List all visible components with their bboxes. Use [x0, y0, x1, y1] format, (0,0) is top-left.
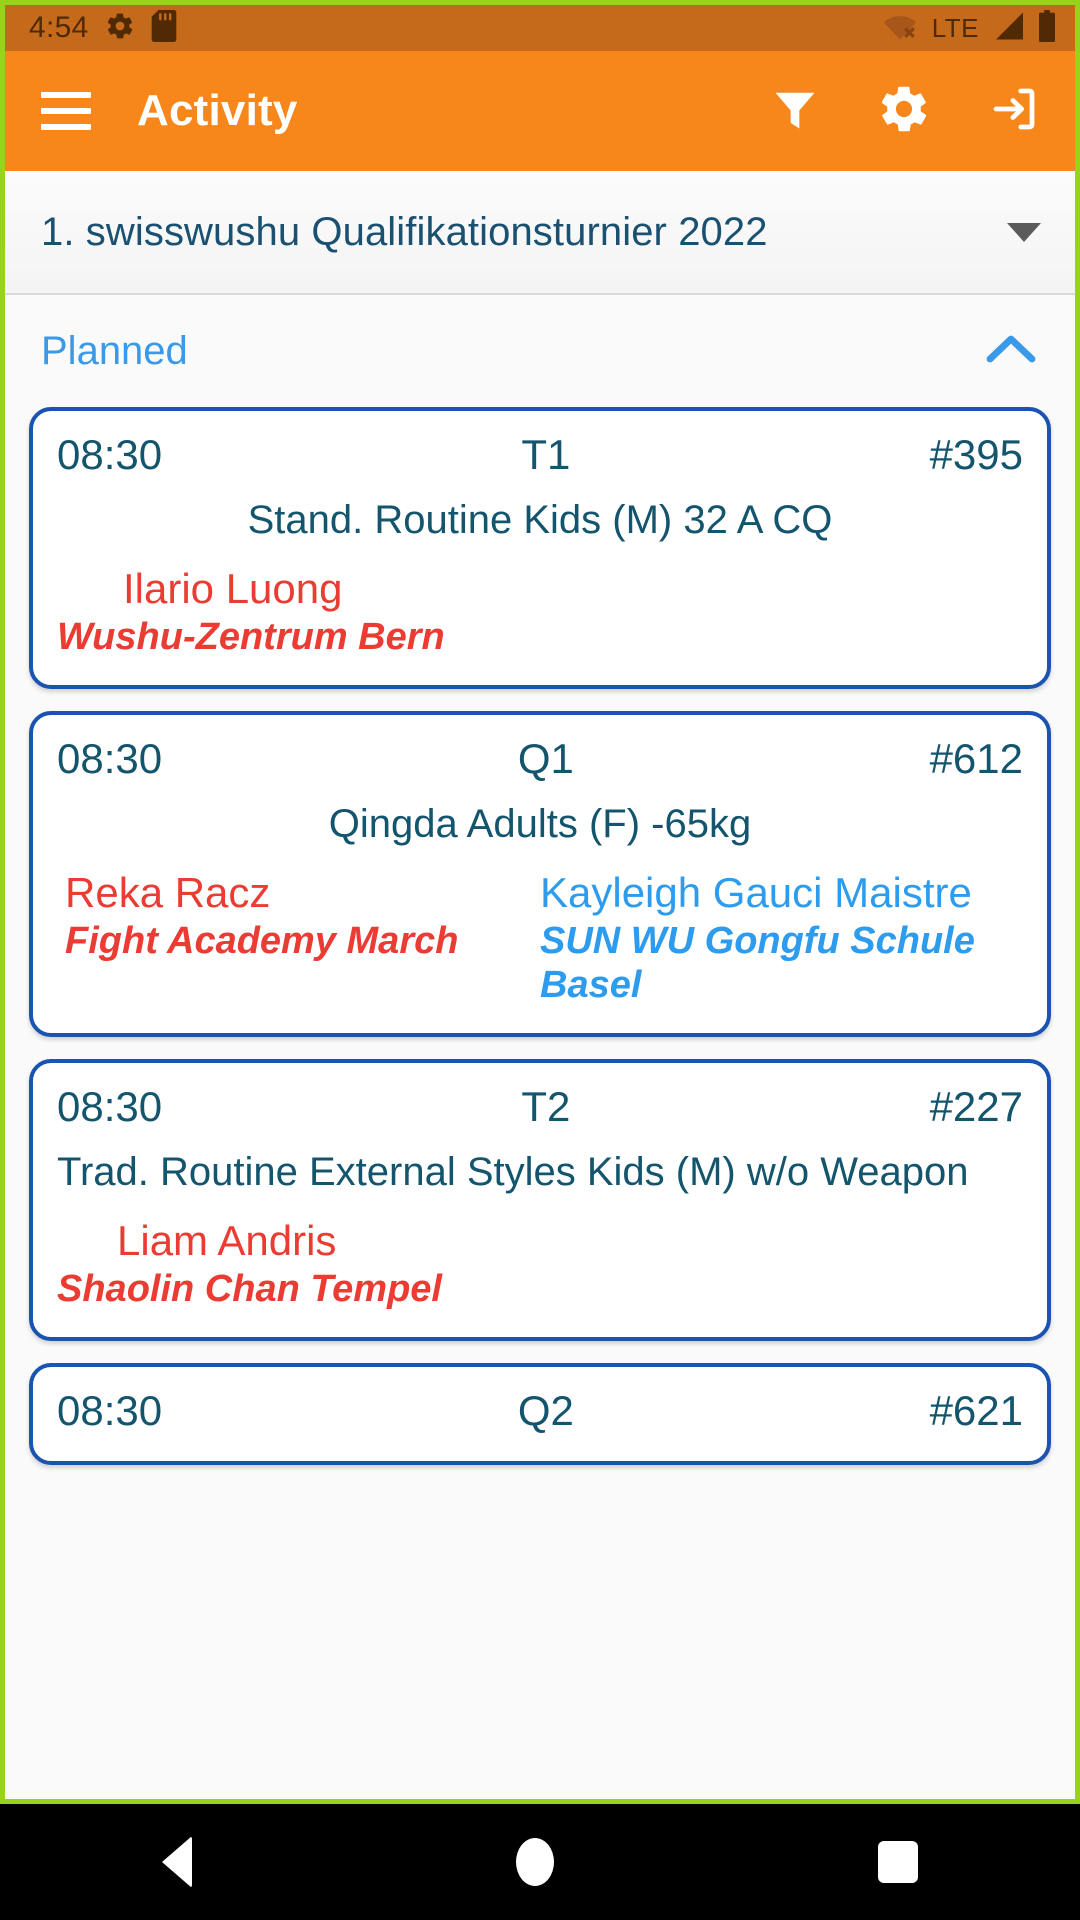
activity-discipline: Qingda Adults (F) -65kg — [328, 802, 752, 847]
activity-number: #227 — [929, 1083, 1023, 1130]
tournament-name: 1. swisswushu Qualifikationsturnier 2022 — [41, 209, 768, 254]
chevron-down-icon — [1007, 222, 1041, 242]
activity-card-list: 08:30 T1 #395 Stand. Routine Kids (M) 32 A … — [5, 407, 1075, 1466]
activity-time: 08:30 — [57, 735, 163, 783]
competitor-row: Reka Racz Fight Academy March Kayleigh Gau… — [57, 869, 1023, 1007]
phone-screen: 4:54 LTE Activity 1. swisswushu Qualifik… — [0, 0, 1080, 1920]
activity-time: 08:30 — [57, 1387, 163, 1435]
activity-area: Q2 — [517, 1387, 574, 1435]
activity-card-header: 08:30 T2 #227 — [57, 1083, 1023, 1131]
chevron-up-icon — [985, 332, 1037, 371]
app-bar: Activity — [5, 51, 1075, 171]
status-bar-right: LTE — [880, 9, 1057, 47]
login-icon[interactable] — [987, 82, 1041, 141]
competitor-name: Liam Andris — [117, 1217, 337, 1264]
status-bar: 4:54 LTE — [5, 5, 1075, 51]
activity-discipline: Trad. Routine External Styles Kids (M) w… — [57, 1150, 969, 1194]
competitor-red: Reka Racz Fight Academy March — [57, 869, 540, 1007]
activity-card[interactable]: 08:30 T2 #227 Trad. Routine External Styles… — [29, 1059, 1051, 1342]
competitor-club: Wushu-Zentrum Bern — [57, 616, 445, 659]
competitor-name: Kayleigh Gauci Maistre — [540, 869, 972, 917]
activity-card[interactable]: 08:30 Q2 #621 — [29, 1363, 1051, 1466]
hamburger-bar — [41, 92, 91, 98]
wifi-off-icon — [880, 10, 920, 47]
competitor-red: Ilario Luong Wushu-Zentrum Bern — [57, 565, 1023, 659]
competitor-club: SUN WU Gongfu Schule Basel — [540, 920, 975, 1006]
activity-discipline: Stand. Routine Kids (M) 32 A CQ — [247, 498, 833, 542]
gear-icon — [105, 11, 135, 46]
status-clock: 4:54 — [29, 11, 89, 44]
competitor-name: Reka Racz — [65, 869, 271, 917]
app-bar-actions — [769, 82, 1041, 141]
activity-area: T1 — [521, 431, 571, 478]
hamburger-bar — [41, 124, 91, 130]
hamburger-bar — [41, 108, 91, 114]
competitor-blue: Kayleigh Gauci Maistre SUN WU Gongfu Schu… — [540, 869, 1023, 1007]
page-title: Activity — [137, 86, 298, 135]
activity-card-header: 08:30 T1 #395 — [57, 431, 1023, 479]
network-type-label: LTE — [931, 12, 979, 43]
tournament-selector[interactable]: 1. swisswushu Qualifikationsturnier 2022 — [5, 171, 1075, 295]
sd-card-icon — [151, 9, 177, 47]
activity-card-header: 08:30 Q2 #621 — [57, 1387, 1023, 1435]
android-navigation-bar — [0, 1804, 1080, 1920]
activity-area: Q1 — [517, 735, 574, 783]
activity-number: #612 — [929, 735, 1023, 783]
cellular-signal-icon — [991, 11, 1025, 46]
activity-number: #621 — [929, 1387, 1023, 1435]
recents-square-icon[interactable] — [878, 1841, 918, 1883]
competitor-club: Shaolin Chan Tempel — [57, 1268, 442, 1311]
activity-time: 08:30 — [57, 431, 163, 478]
activity-number: #395 — [929, 431, 1023, 478]
activity-time: 08:30 — [57, 1083, 163, 1130]
filter-icon[interactable] — [769, 83, 821, 140]
competitor-name: Ilario Luong — [123, 565, 343, 612]
screen-recording-frame: 4:54 LTE Activity 1. swisswushu Qualifik… — [0, 0, 1080, 1804]
main-content: 1. swisswushu Qualifikationsturnier 2022… — [5, 171, 1075, 1799]
home-circle-icon[interactable] — [516, 1838, 554, 1886]
section-header-planned[interactable]: Planned — [5, 295, 1075, 407]
competitor-club: Fight Academy March — [65, 920, 459, 963]
competitor-row: Ilario Luong Wushu-Zentrum Bern — [57, 565, 1023, 659]
back-triangle-icon[interactable] — [162, 1836, 192, 1888]
section-title: Planned — [41, 328, 188, 373]
activity-card-header: 08:30 Q1 #612 — [57, 735, 1023, 783]
activity-area: T2 — [521, 1083, 571, 1130]
competitor-row: Liam Andris Shaolin Chan Tempel — [57, 1217, 1023, 1311]
competitor-red: Liam Andris Shaolin Chan Tempel — [57, 1217, 1023, 1311]
activity-card[interactable]: 08:30 T1 #395 Stand. Routine Kids (M) 32 A … — [29, 407, 1051, 690]
status-bar-left: 4:54 — [29, 9, 177, 47]
hamburger-menu-icon[interactable] — [41, 92, 91, 130]
gear-icon[interactable] — [877, 82, 931, 141]
battery-full-icon — [1037, 9, 1057, 47]
activity-card[interactable]: 08:30 Q1 #612 Qingda Adults (F) -65kg Reka R… — [29, 711, 1051, 1037]
